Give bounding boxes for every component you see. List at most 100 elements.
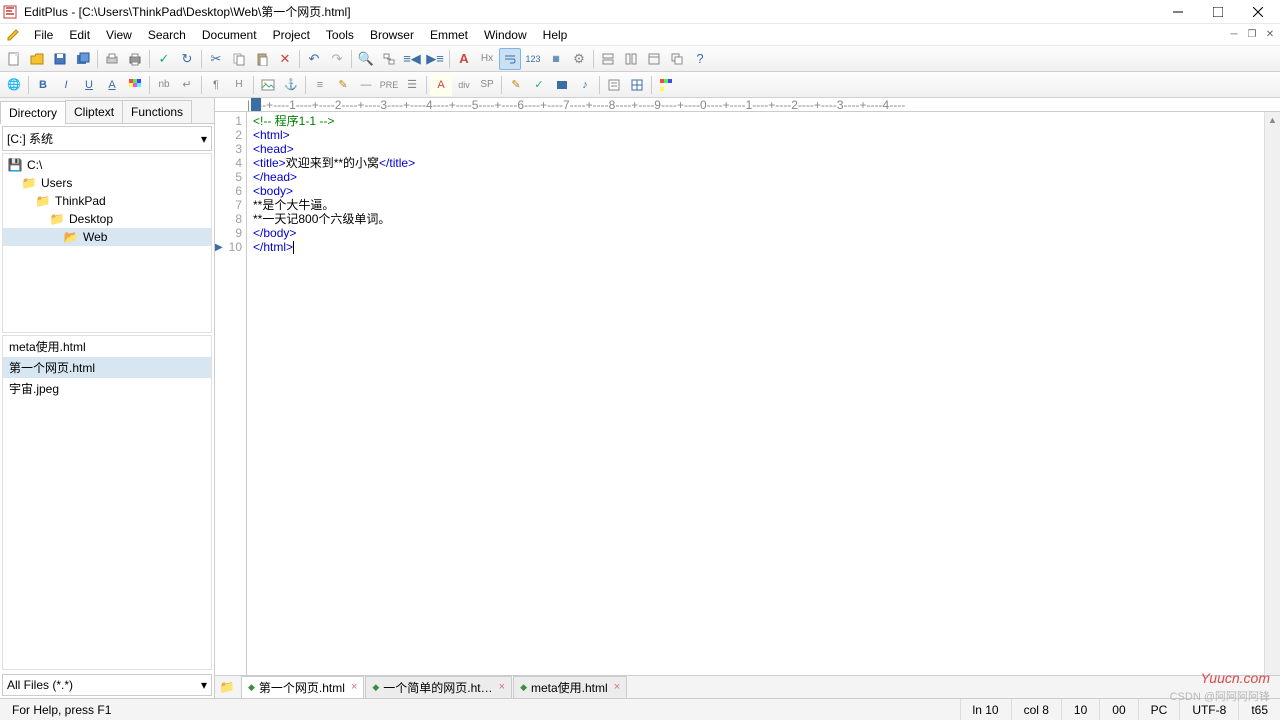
refresh-button[interactable]: ↻	[176, 48, 198, 70]
menu-view[interactable]: View	[98, 26, 140, 44]
folder-icon[interactable]: 📁	[217, 677, 237, 697]
redo-button[interactable]: ↷	[326, 48, 348, 70]
tree-item[interactable]: 📂Web	[3, 228, 211, 246]
doc-tab[interactable]: ◆第一个网页.html×	[241, 676, 364, 699]
menu-edit[interactable]: Edit	[61, 26, 98, 44]
italic-button[interactable]: I	[55, 74, 77, 96]
comment-button[interactable]: —	[355, 74, 377, 96]
print-preview-button[interactable]	[101, 48, 123, 70]
sound-button[interactable]: ♪	[574, 74, 596, 96]
chevron-down-icon: ▾	[201, 678, 207, 692]
indent-left-button[interactable]: ≡◀	[401, 48, 423, 70]
vertical-scrollbar[interactable]: ▲	[1264, 112, 1280, 675]
window-list-button[interactable]	[643, 48, 665, 70]
print-button[interactable]	[124, 48, 146, 70]
file-item[interactable]: 宇宙.jpeg	[3, 378, 211, 399]
copy-button[interactable]	[228, 48, 250, 70]
cut-button[interactable]: ✂	[205, 48, 227, 70]
file-filter-select[interactable]: All Files (*.*) ▾	[2, 674, 212, 696]
menu-document[interactable]: Document	[194, 26, 265, 44]
line-number-button[interactable]: 123	[522, 48, 544, 70]
browser-preview-button[interactable]: 🌐	[3, 74, 25, 96]
char-button[interactable]: A	[430, 74, 452, 96]
spell-check-button[interactable]: ✓	[153, 48, 175, 70]
settings-button[interactable]: ⚙	[568, 48, 590, 70]
anchor-button[interactable]: ⚓	[280, 74, 302, 96]
find-button[interactable]: 🔍	[355, 48, 377, 70]
mdi-close-button[interactable]: ✕	[1262, 26, 1278, 42]
scroll-up-icon[interactable]: ▲	[1265, 112, 1280, 128]
div-button[interactable]: div	[453, 74, 475, 96]
file-item[interactable]: meta使用.html	[3, 336, 211, 357]
menu-project[interactable]: Project	[265, 26, 318, 44]
hex-button[interactable]: Hx	[476, 48, 498, 70]
folder-tree[interactable]: 💾C:\ 📁Users 📁ThinkPad 📁Desktop 📂Web	[2, 153, 212, 333]
pre-button[interactable]: PRE	[378, 74, 400, 96]
menu-help[interactable]: Help	[535, 26, 576, 44]
tab-functions[interactable]: Functions	[122, 100, 192, 123]
menu-emmet[interactable]: Emmet	[422, 26, 476, 44]
script-button[interactable]: ✎	[505, 74, 527, 96]
heading-button[interactable]: H	[228, 74, 250, 96]
new-file-button[interactable]	[3, 48, 25, 70]
code-editor[interactable]: <!-- 程序1-1 --><html><head><title>欢迎来到**的…	[247, 112, 1280, 675]
word-wrap-button[interactable]	[499, 48, 521, 70]
span-button[interactable]: SP	[476, 74, 498, 96]
tree-item[interactable]: 💾C:\	[3, 156, 211, 174]
font-button[interactable]: A	[453, 48, 475, 70]
color-picker-button[interactable]	[124, 74, 146, 96]
undo-button[interactable]: ↶	[303, 48, 325, 70]
doc-tab[interactable]: ◆meta使用.html×	[513, 676, 627, 699]
hr-button[interactable]: ✎	[332, 74, 354, 96]
close-button[interactable]	[1238, 0, 1278, 24]
indent-right-button[interactable]: ▶≡	[424, 48, 446, 70]
tab-directory[interactable]: Directory	[0, 101, 66, 124]
underline-button[interactable]: U	[78, 74, 100, 96]
open-file-button[interactable]	[26, 48, 48, 70]
list-button[interactable]: ☰	[401, 74, 423, 96]
menu-search[interactable]: Search	[140, 26, 194, 44]
file-item[interactable]: 第一个网页.html	[3, 357, 211, 378]
minimize-button[interactable]	[1158, 0, 1198, 24]
tree-item[interactable]: 📁Users	[3, 174, 211, 192]
maximize-button[interactable]	[1198, 0, 1238, 24]
menu-browser[interactable]: Browser	[362, 26, 422, 44]
break-button[interactable]: ↵	[176, 74, 198, 96]
tree-item[interactable]: 📁ThinkPad	[3, 192, 211, 210]
paragraph-button[interactable]: ¶	[205, 74, 227, 96]
save-button[interactable]	[49, 48, 71, 70]
tab-cliptext[interactable]: Cliptext	[65, 100, 123, 123]
delete-button[interactable]: ✕	[274, 48, 296, 70]
ruler-button[interactable]: ▦	[545, 48, 567, 70]
cascade-button[interactable]	[666, 48, 688, 70]
close-tab-icon[interactable]: ×	[499, 681, 505, 693]
form-button[interactable]	[603, 74, 625, 96]
menu-file[interactable]: File	[26, 26, 61, 44]
mdi-restore-button[interactable]: ❐	[1244, 26, 1260, 42]
help-button[interactable]: ?	[689, 48, 711, 70]
tile-vertical-button[interactable]	[620, 48, 642, 70]
mdi-minimize-button[interactable]: ─	[1226, 26, 1242, 42]
image-button[interactable]	[257, 74, 279, 96]
replace-button[interactable]	[378, 48, 400, 70]
table-button[interactable]	[626, 74, 648, 96]
drive-select[interactable]: [C:] 系统 ▾	[2, 126, 212, 151]
menu-window[interactable]: Window	[476, 26, 535, 44]
check-button[interactable]: ✓	[528, 74, 550, 96]
close-tab-icon[interactable]: ×	[614, 681, 620, 693]
file-list[interactable]: meta使用.html 第一个网页.html 宇宙.jpeg	[2, 335, 212, 670]
menu-tools[interactable]: Tools	[318, 26, 362, 44]
tile-horizontal-button[interactable]	[597, 48, 619, 70]
align-button[interactable]: ≡	[309, 74, 331, 96]
close-tab-icon[interactable]: ×	[351, 681, 357, 693]
template-button[interactable]	[655, 74, 677, 96]
side-tabs: Directory Cliptext Functions	[0, 98, 214, 124]
doc-tab[interactable]: ◆一个简单的网页.ht…×	[365, 676, 512, 699]
nbsp-button[interactable]: nb	[153, 74, 175, 96]
object-button[interactable]	[551, 74, 573, 96]
bold-button[interactable]: B	[32, 74, 54, 96]
tree-item[interactable]: 📁Desktop	[3, 210, 211, 228]
paste-button[interactable]	[251, 48, 273, 70]
save-all-button[interactable]	[72, 48, 94, 70]
font-color-button[interactable]: A	[101, 74, 123, 96]
